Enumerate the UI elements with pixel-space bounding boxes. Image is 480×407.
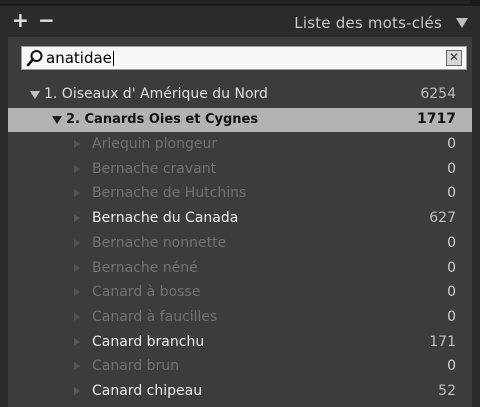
remove-keyword-button[interactable]: − xyxy=(38,10,55,30)
keyword-row[interactable]: Bernache du Canada 627 xyxy=(8,207,472,231)
keyword-label: Arlequin plongeur xyxy=(92,136,218,152)
collapsed-triangle-icon[interactable] xyxy=(74,140,80,148)
keyword-count: 0 xyxy=(447,235,456,251)
keyword-label: Canard à bosse xyxy=(92,284,201,300)
collapse-panel-icon[interactable] xyxy=(456,18,468,28)
keyword-count: 0 xyxy=(447,260,456,276)
clear-search-button[interactable]: ✕ xyxy=(446,50,462,66)
keyword-label: Bernache du Canada xyxy=(92,210,239,226)
keyword-label: Canard chipeau xyxy=(92,383,203,399)
keyword-label: 1. Oiseaux d' Amérique du Nord xyxy=(44,86,268,102)
search-bar: anatidae ✕ xyxy=(8,37,472,81)
keyword-count: 0 xyxy=(447,309,456,325)
panel-header: + − Liste des mots-clés xyxy=(0,6,480,36)
collapsed-triangle-icon[interactable] xyxy=(74,288,80,296)
keyword-count: 0 xyxy=(447,136,456,152)
keyword-row[interactable]: Canard branchu 171 xyxy=(8,331,472,355)
expanded-triangle-icon[interactable] xyxy=(30,91,40,99)
collapsed-triangle-icon[interactable] xyxy=(74,214,80,222)
collapsed-triangle-icon[interactable] xyxy=(74,387,80,395)
keyword-row[interactable]: Arlequin plongeur 0 xyxy=(8,133,472,157)
collapsed-triangle-icon[interactable] xyxy=(74,362,80,370)
keyword-label: Canard à faucilles xyxy=(92,309,218,325)
keyword-count: 52 xyxy=(438,383,456,399)
keyword-row-root[interactable]: 1. Oiseaux d' Amérique du Nord 6254 xyxy=(8,83,472,107)
keyword-row[interactable]: Bernache nonnette 0 xyxy=(8,232,472,256)
keyword-count: 0 xyxy=(447,358,456,374)
keyword-row[interactable]: Bernache néné 0 xyxy=(8,257,472,281)
panel-title[interactable]: Liste des mots-clés xyxy=(294,14,442,32)
keyword-count: 0 xyxy=(447,284,456,300)
keyword-label: Canard brun xyxy=(92,358,180,374)
keyword-label: Bernache de Hutchins xyxy=(92,185,247,201)
keyword-count: 0 xyxy=(447,185,456,201)
keyword-row[interactable]: Bernache cravant 0 xyxy=(8,158,472,182)
keyword-count: 627 xyxy=(429,210,456,226)
keyword-count: 1717 xyxy=(417,111,456,127)
search-input[interactable]: anatidae xyxy=(46,49,114,67)
add-keyword-button[interactable]: + xyxy=(12,10,29,30)
keyword-label: Bernache néné xyxy=(92,260,198,276)
collapsed-triangle-icon[interactable] xyxy=(74,313,80,321)
keyword-label: Bernache nonnette xyxy=(92,235,227,251)
keyword-row-group[interactable]: 2. Canards Oies et Cygnes 1717 xyxy=(8,108,472,132)
keyword-row[interactable]: Canard brun 0 xyxy=(8,355,472,379)
keyword-count: 171 xyxy=(429,334,456,350)
keyword-row[interactable]: Canard chipeau 52 xyxy=(8,380,472,404)
search-icon xyxy=(26,50,43,67)
text-caret xyxy=(112,51,114,66)
keyword-list: 1. Oiseaux d' Amérique du Nord 6254 2. C… xyxy=(8,81,472,407)
keyword-row[interactable]: Canard à bosse 0 xyxy=(8,281,472,305)
keyword-count: 6254 xyxy=(420,86,456,102)
keyword-count: 0 xyxy=(447,161,456,177)
expanded-triangle-icon[interactable] xyxy=(52,116,62,124)
collapsed-triangle-icon[interactable] xyxy=(74,338,80,346)
keyword-label: Bernache cravant xyxy=(92,161,217,177)
keyword-filter-field[interactable]: anatidae ✕ xyxy=(21,46,467,70)
collapsed-triangle-icon[interactable] xyxy=(74,239,80,247)
keyword-row[interactable]: Bernache de Hutchins 0 xyxy=(8,182,472,206)
collapsed-triangle-icon[interactable] xyxy=(74,264,80,272)
keyword-label: 2. Canards Oies et Cygnes xyxy=(66,112,259,127)
collapsed-triangle-icon[interactable] xyxy=(74,189,80,197)
panel-divider xyxy=(0,0,470,5)
keyword-row[interactable]: Canard à faucilles 0 xyxy=(8,306,472,330)
collapsed-triangle-icon[interactable] xyxy=(74,165,80,173)
keyword-label: Canard branchu xyxy=(92,334,205,350)
